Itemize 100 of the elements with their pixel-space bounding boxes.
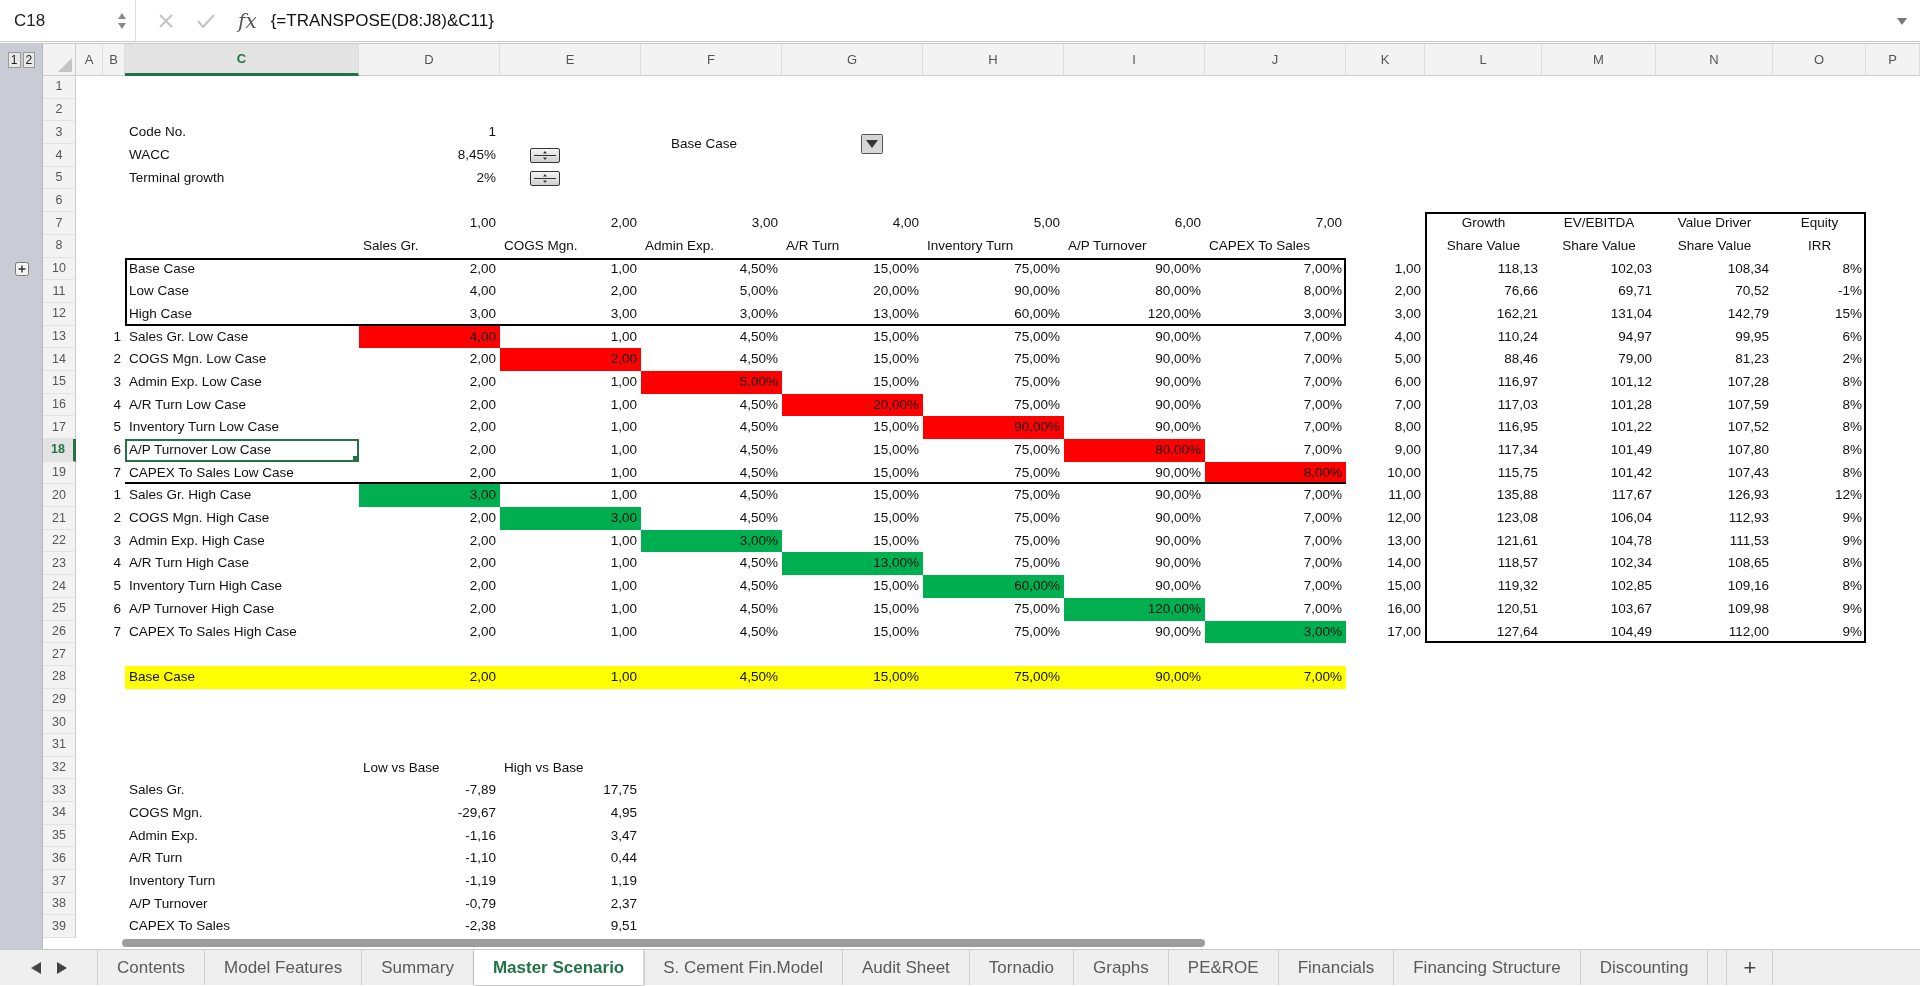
add-sheet-button[interactable]: + [1726,950,1774,986]
spin-button[interactable] [530,170,560,186]
column-header[interactable]: D [359,44,500,76]
column-header[interactable]: J [1205,44,1346,76]
row-header[interactable]: 23 [43,552,76,576]
table-cell: 4,00 [359,325,500,349]
row-header[interactable]: 18 [43,439,76,462]
row-header[interactable]: 17 [43,416,76,439]
row-header[interactable]: 31 [43,733,76,757]
table-cell-text: 2,00 [468,622,497,641]
row-header[interactable]: 14 [43,348,76,371]
column-heading: Share Value [1445,236,1522,255]
row-header[interactable]: 37 [43,870,76,893]
row-header[interactable]: 20 [43,484,76,508]
sheet-tab[interactable]: S. Cement Fin.Model [644,950,843,986]
previous-icon[interactable] [29,960,42,975]
caret-down-icon[interactable] [1896,15,1908,26]
row-header[interactable]: 8 [43,234,76,258]
column-header[interactable]: P [1866,44,1920,76]
check-icon[interactable] [196,12,216,29]
row-header[interactable]: 26 [43,620,76,644]
row-header[interactable]: 19 [43,461,76,485]
table-cell-text: 90,00% [1154,509,1202,528]
sheet-tab[interactable]: Audit Sheet [842,950,970,986]
row-header[interactable]: 24 [43,575,76,598]
table-cell-text: 12,00 [1386,509,1422,528]
sheet-tab[interactable]: Master Scenario [473,950,645,986]
row-header[interactable]: 4 [43,144,76,167]
table-cell-text: 2,00 [1393,282,1422,301]
formula-field[interactable]: {=TRANSPOSE(D8:J8)&C11} [270,0,1896,41]
row-header[interactable]: 5 [43,166,76,190]
table-cell-text: 9,00 [1393,441,1422,459]
column-header[interactable]: C [125,44,359,76]
column-header[interactable]: F [641,44,782,76]
next-icon[interactable] [55,960,68,975]
row-header[interactable]: 39 [43,915,76,939]
row-header[interactable]: 28 [43,665,76,689]
expand-icon[interactable] [14,261,29,276]
column-header[interactable]: O [1773,44,1866,76]
sheet-tab[interactable]: Graphs [1074,950,1169,986]
row-header[interactable]: 7 [43,212,76,235]
row-header[interactable]: 3 [43,121,76,145]
table-cell-text: 6 [112,599,122,618]
sheet-tab[interactable]: Financing Structure [1394,950,1581,986]
table-cell-text: Sales Gr. [362,236,420,255]
sheet-tab[interactable]: Summary [362,950,474,986]
column-header[interactable]: L [1425,44,1542,76]
row-header[interactable]: 1 [43,76,76,99]
table-cell-text: Sales Gr. High Case [128,486,253,505]
row-header[interactable]: 34 [43,802,76,825]
column-header[interactable]: B [103,44,125,76]
table-cell-text: 8% [1841,259,1863,278]
table-cell-text: Sales Gr. Low Case [128,327,250,346]
row-header[interactable]: 15 [43,370,76,394]
table-cell-text: 7,00% [1302,372,1343,391]
table-cell: 13,00% [782,552,923,576]
row-header[interactable]: 11 [43,280,76,303]
table-cell-text: 6% [1841,327,1863,346]
table-cell-text: 7,00% [1302,418,1343,437]
row-header[interactable]: 27 [43,643,76,666]
sheet-tab[interactable]: Contents [98,950,206,986]
row-header[interactable]: 22 [43,529,76,553]
sheet-tab[interactable]: Financials [1278,950,1395,986]
row-header[interactable]: 32 [43,756,76,780]
row-header[interactable]: 29 [43,688,76,712]
row-header[interactable]: 16 [43,393,76,417]
row-header[interactable]: 25 [43,597,76,621]
column-header[interactable]: A [76,44,103,76]
table-cell-text: Sales Gr. [128,781,186,800]
column-header[interactable]: M [1542,44,1656,76]
row-header[interactable]: 33 [43,779,76,802]
scrollbar-thumb[interactable] [122,939,1205,948]
row-header[interactable]: 2 [43,98,76,122]
row-header[interactable]: 35 [43,824,76,848]
table-cell[interactable]: A/P Turnover Low Case [125,439,359,462]
row-header[interactable]: 13 [43,325,76,349]
table-cell-text: 4,50% [738,418,779,437]
scenario-dropdown[interactable]: Base Case [641,132,923,157]
column-header[interactable]: K [1346,44,1425,76]
row-header[interactable]: 10 [43,257,76,281]
column-header[interactable]: G [782,44,923,76]
sheet-tab[interactable]: Model Features [205,950,363,986]
column-header[interactable]: I [1064,44,1205,76]
row-header[interactable]: 12 [43,302,76,326]
sheet-tab[interactable]: PE&ROE [1168,950,1279,986]
table-cell-text: 13,00 [1386,531,1422,550]
column-header[interactable]: N [1656,44,1773,76]
row-header[interactable]: 6 [43,189,76,213]
table-cell-text: 4,95 [609,804,638,822]
sheet-tab[interactable]: Discounting [1580,950,1709,986]
insert-function-button[interactable]: fx [238,5,257,36]
row-header[interactable]: 30 [43,711,76,734]
sheet-tab[interactable]: Tornadio [969,950,1075,986]
spin-button[interactable] [530,147,560,163]
row-header[interactable]: 21 [43,507,76,530]
name-box[interactable]: C18 [0,0,136,41]
column-header[interactable]: E [500,44,641,76]
column-header[interactable]: H [923,44,1064,76]
row-header[interactable]: 36 [43,847,76,871]
row-header[interactable]: 38 [43,892,76,916]
